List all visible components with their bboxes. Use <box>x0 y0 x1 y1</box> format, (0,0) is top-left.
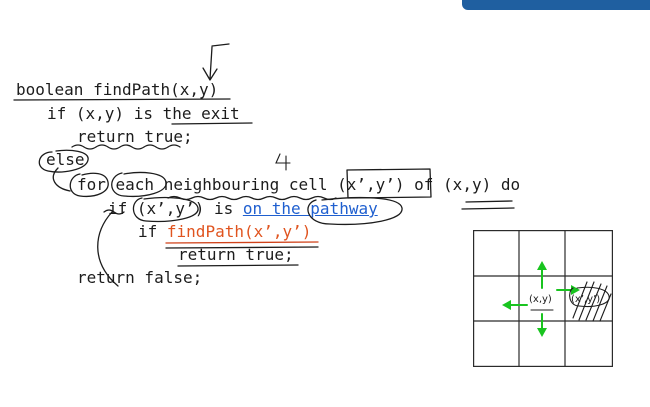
pen-underline-signature <box>13 98 231 101</box>
pen-circle-neighbour-if <box>132 196 199 223</box>
pen-circle-each <box>111 171 167 198</box>
neighbour-cell-label: (x’,y’) <box>571 294 600 305</box>
pen-underline-findpath-2 <box>165 246 319 249</box>
center-cell-label: (x,y) <box>529 294 552 305</box>
pen-circle-else <box>38 149 89 173</box>
pen-double-underline <box>461 200 515 210</box>
pen-bracket-block <box>97 211 119 287</box>
pen-underline-return <box>177 264 299 267</box>
arrow-up-head <box>537 261 547 270</box>
pen-arrow-down <box>202 43 230 81</box>
pen-underline-findpath <box>165 241 319 244</box>
slide-canvas: boolean findPath(x,y) if (x,y) is the ex… <box>0 0 650 407</box>
pen-circle-pathway <box>307 196 403 226</box>
pen-circle-for <box>69 172 109 198</box>
pen-box-neighbour <box>346 168 432 199</box>
pen-mark-four <box>275 153 291 171</box>
arrow-down-head <box>537 328 547 337</box>
arrow-left-head <box>502 300 511 310</box>
pen-underline-exit <box>171 122 253 125</box>
pen-wavy-neighbouring <box>167 195 337 201</box>
pen-wavy-if <box>103 209 125 215</box>
pen-wavy-underline <box>71 144 181 150</box>
maze-grid-diagram: (x,y) (x’,y’) <box>473 230 613 367</box>
